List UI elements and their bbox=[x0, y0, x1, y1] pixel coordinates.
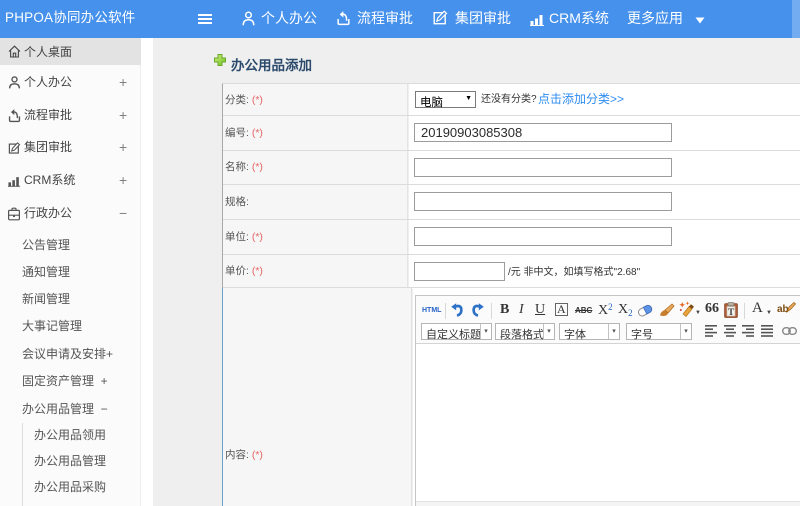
svg-text:T: T bbox=[728, 308, 735, 318]
